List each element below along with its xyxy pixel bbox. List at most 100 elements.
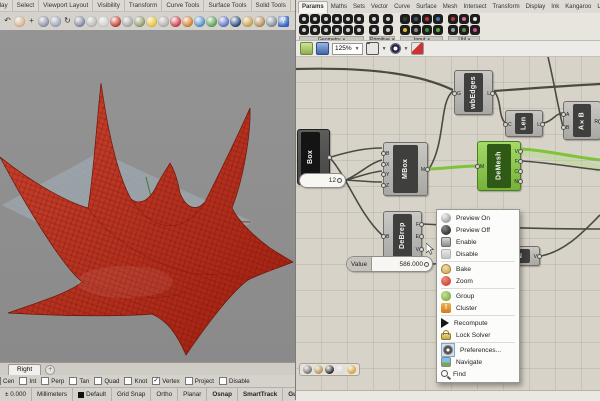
output-nub[interactable] bbox=[490, 91, 495, 96]
rhino-viewport[interactable] bbox=[0, 30, 295, 362]
input-port-B[interactable]: B bbox=[386, 234, 389, 240]
checkbox-vertex[interactable] bbox=[152, 377, 160, 385]
status-default[interactable]: Default bbox=[73, 388, 112, 401]
named-view-icon[interactable] bbox=[86, 16, 97, 27]
menu-item-preview-on[interactable]: Preview On bbox=[438, 212, 518, 224]
tab-transform[interactable]: Transform bbox=[489, 2, 522, 13]
input-port-Y[interactable]: Y bbox=[386, 172, 389, 178]
help-icon[interactable]: ? bbox=[278, 16, 289, 27]
gradient-icon[interactable] bbox=[422, 14, 432, 24]
chevron-down-icon[interactable]: ▼ bbox=[404, 46, 409, 52]
shaded-sphere-icon[interactable] bbox=[206, 16, 217, 27]
checkbox-quad[interactable] bbox=[94, 377, 102, 385]
tab-kangaroo[interactable]: Kangaroo bbox=[562, 2, 594, 13]
hide-icon[interactable] bbox=[122, 16, 133, 27]
menu-item-recompute[interactable]: Recompute bbox=[438, 317, 518, 329]
node-debrep[interactable]: DeBrepBFEV bbox=[383, 211, 422, 261]
panel-icon[interactable] bbox=[400, 14, 410, 24]
preview-eye-icon[interactable] bbox=[390, 43, 401, 54]
undo-icon[interactable]: ↶ bbox=[2, 16, 13, 27]
open-file-icon[interactable] bbox=[300, 42, 313, 55]
input-nub[interactable] bbox=[381, 162, 386, 167]
menu-item-enable[interactable]: Enable bbox=[438, 236, 518, 248]
osnap-vertex[interactable]: Vertex bbox=[152, 377, 180, 385]
output-nub[interactable] bbox=[518, 179, 523, 184]
osnap-disable[interactable]: Disable bbox=[219, 377, 250, 385]
rhino-toolbar-tab-solid-tools[interactable]: Solid Tools bbox=[252, 0, 291, 11]
rhino-toolbar-tab-select[interactable]: Select bbox=[13, 0, 40, 11]
output-nub[interactable] bbox=[419, 247, 424, 252]
checkbox-knot[interactable] bbox=[124, 377, 132, 385]
tab-surface[interactable]: Surface bbox=[413, 2, 440, 13]
zoom-window-icon[interactable] bbox=[50, 16, 61, 27]
output-nub[interactable] bbox=[327, 155, 332, 160]
slider-12[interactable]: 12 bbox=[299, 173, 346, 188]
input-port-A[interactable]: A bbox=[566, 112, 569, 118]
tab-intersect[interactable]: Intersect bbox=[460, 2, 489, 13]
tree-icon[interactable] bbox=[459, 25, 469, 35]
menu-item-group[interactable]: Group bbox=[438, 290, 518, 302]
rhino-toolbar-tab-transform[interactable]: Transform bbox=[125, 0, 162, 11]
list-icon[interactable] bbox=[411, 25, 421, 35]
grasshopper-canvas[interactable]: Preview OnPreview OffEnableDisableBakeZo… bbox=[296, 57, 600, 390]
menu-item-cluster[interactable]: Cluster bbox=[438, 302, 518, 314]
output-nub[interactable] bbox=[518, 159, 523, 164]
mesh-icon[interactable] bbox=[321, 25, 331, 35]
color-swatch-icon[interactable] bbox=[433, 25, 443, 35]
checkbox-disable[interactable] bbox=[219, 377, 227, 385]
node-len[interactable]: LenCL bbox=[505, 110, 543, 137]
surface-icon[interactable] bbox=[332, 25, 342, 35]
tab-maths[interactable]: Maths bbox=[328, 2, 350, 13]
input-nub[interactable] bbox=[381, 151, 386, 156]
line-icon[interactable] bbox=[343, 25, 353, 35]
rhino-toolbar-tab-curve-tools[interactable]: Curve Tools bbox=[162, 0, 204, 11]
snapshot-icon[interactable] bbox=[266, 16, 277, 27]
menu-item-navigate[interactable]: Navigate bbox=[438, 356, 518, 368]
menu-item-bake[interactable]: Bake bbox=[438, 263, 518, 275]
output-nub[interactable] bbox=[537, 254, 542, 259]
material-icon[interactable] bbox=[242, 16, 253, 27]
tab-params[interactable]: Params bbox=[298, 1, 328, 13]
box-icon[interactable] bbox=[310, 25, 320, 35]
brep-icon[interactable] bbox=[321, 14, 331, 24]
heart-icon[interactable] bbox=[170, 16, 181, 27]
page-icon[interactable] bbox=[336, 365, 345, 374]
tab-mesh[interactable]: Mesh bbox=[440, 2, 461, 13]
input-nub[interactable] bbox=[561, 125, 566, 130]
slider-value[interactable]: Value586.000 bbox=[346, 256, 433, 272]
rhino-toolbar-tab-viewport-layout[interactable]: Viewport Layout bbox=[39, 0, 93, 11]
render-sphere-icon[interactable] bbox=[182, 16, 193, 27]
arrow-icon[interactable] bbox=[470, 14, 480, 24]
output-nub[interactable] bbox=[540, 122, 545, 127]
xray-sphere-icon[interactable] bbox=[230, 16, 241, 27]
cherry-picker-icon[interactable] bbox=[448, 14, 458, 24]
chevron-down-icon[interactable]: ▼ bbox=[382, 46, 387, 52]
zoom-extents-icon[interactable] bbox=[366, 42, 379, 55]
status-gumball[interactable]: Gumball bbox=[283, 388, 295, 401]
gears-icon[interactable] bbox=[254, 16, 265, 27]
input-port-M[interactable]: M bbox=[480, 164, 484, 170]
input-nub[interactable] bbox=[475, 164, 480, 169]
curve-icon[interactable] bbox=[332, 14, 342, 24]
relay-icon[interactable] bbox=[448, 25, 458, 35]
jump-icon[interactable] bbox=[459, 14, 469, 24]
osnap-cen[interactable]: Cen bbox=[0, 377, 14, 385]
input-nub[interactable] bbox=[503, 122, 508, 127]
lock-icon[interactable] bbox=[158, 16, 169, 27]
tab-lmnts[interactable]: LMNts bbox=[594, 2, 600, 13]
menu-item-find[interactable]: Find bbox=[438, 368, 518, 380]
checkbox-int[interactable] bbox=[19, 377, 27, 385]
output-nub[interactable] bbox=[518, 169, 523, 174]
menu-item-zoom[interactable]: Zoom bbox=[438, 275, 518, 287]
menu-item-preview-off[interactable]: Preview Off bbox=[438, 224, 518, 236]
integer-icon[interactable] bbox=[369, 25, 379, 35]
input-port-B[interactable]: B bbox=[566, 125, 569, 131]
tab-vector[interactable]: Vector bbox=[368, 2, 391, 13]
boolean-icon[interactable] bbox=[369, 14, 379, 24]
input-nub[interactable] bbox=[381, 234, 386, 239]
node-demesh[interactable]: DeMeshMVFCN bbox=[477, 141, 521, 191]
plane-icon[interactable] bbox=[310, 14, 320, 24]
geometry-icon[interactable] bbox=[354, 25, 364, 35]
osnap-perp[interactable]: Perp bbox=[41, 377, 64, 385]
input-nub[interactable] bbox=[561, 112, 566, 117]
